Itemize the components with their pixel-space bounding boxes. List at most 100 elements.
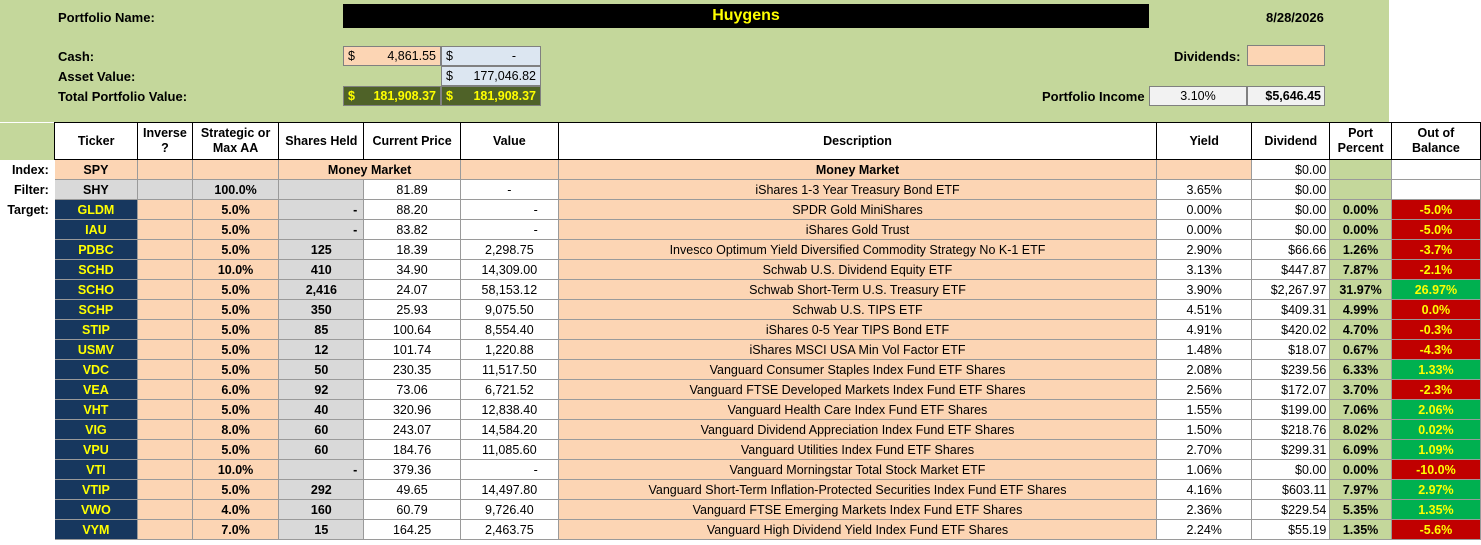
inverse-cell[interactable] xyxy=(137,439,193,460)
value-cell[interactable]: 11,085.60 xyxy=(460,439,559,460)
price-cell[interactable]: 18.39 xyxy=(363,239,461,260)
price-cell[interactable]: 164.25 xyxy=(363,519,461,540)
ticker-cell[interactable]: STIP xyxy=(54,319,139,340)
dividend-cell[interactable]: $18.07 xyxy=(1251,339,1331,360)
shares-cell[interactable]: 2,416 xyxy=(278,279,365,300)
value-cell[interactable]: 8,554.40 xyxy=(460,319,559,340)
value-cell[interactable]: 6,721.52 xyxy=(460,379,559,400)
price-cell[interactable]: 81.89 xyxy=(363,179,461,200)
price-cell[interactable]: 101.74 xyxy=(363,339,461,360)
ticker-cell[interactable]: VTI xyxy=(54,459,139,480)
out-of-balance-cell[interactable]: -4.3% xyxy=(1391,339,1481,360)
dividend-cell[interactable]: $172.07 xyxy=(1251,379,1331,400)
ticker-cell[interactable]: SCHO xyxy=(54,279,139,300)
yield-cell[interactable]: 2.36% xyxy=(1156,499,1253,520)
yield-cell[interactable]: 1.50% xyxy=(1156,419,1253,440)
price-cell[interactable]: 60.79 xyxy=(363,499,461,520)
shares-cell[interactable]: - xyxy=(278,199,365,220)
yield-cell[interactable]: 2.70% xyxy=(1156,439,1253,460)
out-of-balance-cell[interactable]: -5.0% xyxy=(1391,219,1481,240)
port-percent-cell[interactable]: 0.00% xyxy=(1329,459,1392,480)
yield-cell[interactable]: 1.06% xyxy=(1156,459,1253,480)
shares-cell[interactable]: 60 xyxy=(278,439,365,460)
price-cell[interactable]: 230.35 xyxy=(363,359,461,380)
col-description[interactable]: Description xyxy=(557,122,1158,160)
ticker-cell[interactable]: IAU xyxy=(54,219,139,240)
price-cell[interactable]: 379.36 xyxy=(363,459,461,480)
description-cell[interactable]: Vanguard Dividend Appreciation Index Fun… xyxy=(558,419,1158,440)
out-of-balance-cell[interactable]: -2.1% xyxy=(1391,259,1481,280)
price-cell[interactable]: 49.65 xyxy=(363,479,461,500)
price-cell[interactable]: 243.07 xyxy=(363,419,461,440)
aa-cell[interactable]: 5.0% xyxy=(192,439,280,460)
value-cell[interactable]: 58,153.12 xyxy=(460,279,559,300)
shares-cell[interactable]: 410 xyxy=(278,259,365,280)
ticker-cell[interactable]: VWO xyxy=(54,499,139,520)
shares-cell[interactable]: 160 xyxy=(278,499,365,520)
col-yield[interactable]: Yield xyxy=(1156,122,1253,160)
description-cell[interactable]: SPDR Gold MiniShares xyxy=(558,199,1158,220)
dividend-cell[interactable]: $239.56 xyxy=(1251,359,1331,380)
inverse-cell[interactable] xyxy=(137,459,193,480)
col-inverse[interactable]: Inverse ? xyxy=(137,122,193,160)
yield-cell[interactable]: 0.00% xyxy=(1156,219,1253,240)
port-percent-cell[interactable]: 3.70% xyxy=(1329,379,1392,400)
yield-cell[interactable]: 2.24% xyxy=(1156,519,1253,540)
dividend-cell[interactable]: $409.31 xyxy=(1251,299,1331,320)
shares-cell[interactable]: 12 xyxy=(278,339,365,360)
dividend-cell[interactable]: $66.66 xyxy=(1251,239,1331,260)
aa-cell[interactable]: 6.0% xyxy=(192,379,280,400)
col-value[interactable]: Value xyxy=(459,122,559,160)
yield-cell[interactable]: 0.00% xyxy=(1156,199,1253,220)
port-percent-cell[interactable]: 1.26% xyxy=(1329,239,1392,260)
aa-cell[interactable]: 10.0% xyxy=(192,459,280,480)
dividends-cell[interactable] xyxy=(1247,45,1325,66)
price-cell[interactable]: 184.76 xyxy=(363,439,461,460)
ticker-cell[interactable]: VTIP xyxy=(54,479,139,500)
port-percent-cell[interactable] xyxy=(1329,179,1392,200)
yield-cell[interactable]: 2.56% xyxy=(1156,379,1253,400)
ticker-cell[interactable]: VYM xyxy=(54,519,139,540)
yield-cell[interactable] xyxy=(1156,159,1253,180)
description-cell[interactable]: iShares MSCI USA Min Vol Factor ETF xyxy=(558,339,1158,360)
port-percent-cell[interactable]: 5.35% xyxy=(1329,499,1392,520)
price-cell[interactable]: 83.82 xyxy=(363,219,461,240)
value-cell[interactable] xyxy=(460,159,559,180)
value-cell[interactable]: 9,726.40 xyxy=(460,499,559,520)
aa-cell[interactable]: 5.0% xyxy=(192,219,280,240)
ticker-cell[interactable]: GLDM xyxy=(54,199,139,220)
col-out-of-balance[interactable]: Out of Balance xyxy=(1390,122,1481,160)
aa-cell[interactable]: 5.0% xyxy=(192,359,280,380)
col-dividend[interactable]: Dividend xyxy=(1251,122,1331,160)
price-cell[interactable]: 34.90 xyxy=(363,259,461,280)
value-cell[interactable]: 1,220.88 xyxy=(460,339,559,360)
description-cell[interactable]: Schwab U.S. TIPS ETF xyxy=(558,299,1158,320)
description-cell[interactable]: iShares 0-5 Year TIPS Bond ETF xyxy=(558,319,1158,340)
out-of-balance-cell[interactable]: 1.35% xyxy=(1391,499,1481,520)
inverse-cell[interactable] xyxy=(137,519,193,540)
value-cell[interactable]: 14,309.00 xyxy=(460,259,559,280)
aa-cell[interactable]: 10.0% xyxy=(192,259,280,280)
income-percent-cell[interactable]: 3.10% xyxy=(1149,86,1247,106)
port-percent-cell[interactable]: 31.97% xyxy=(1329,279,1392,300)
port-percent-cell[interactable]: 0.67% xyxy=(1329,339,1392,360)
ticker-cell[interactable]: VEA xyxy=(54,379,139,400)
shares-cell[interactable]: 350 xyxy=(278,299,365,320)
aa-cell[interactable]: 5.0% xyxy=(192,199,280,220)
aa-cell[interactable]: 5.0% xyxy=(192,279,280,300)
asset-value-cell[interactable]: $ 177,046.82 xyxy=(441,66,541,86)
inverse-cell[interactable] xyxy=(137,179,193,200)
yield-cell[interactable]: 1.55% xyxy=(1156,399,1253,420)
yield-cell[interactable]: 3.90% xyxy=(1156,279,1253,300)
aa-cell[interactable]: 5.0% xyxy=(192,479,280,500)
inverse-cell[interactable] xyxy=(137,499,193,520)
yield-cell[interactable]: 1.48% xyxy=(1156,339,1253,360)
aa-cell[interactable]: 5.0% xyxy=(192,339,280,360)
yield-cell[interactable]: 4.16% xyxy=(1156,479,1253,500)
yield-cell[interactable]: 3.65% xyxy=(1156,179,1253,200)
dividend-cell[interactable]: $229.54 xyxy=(1251,499,1331,520)
shares-cell[interactable] xyxy=(278,179,365,200)
inverse-cell[interactable] xyxy=(137,319,193,340)
cash-cell-2[interactable]: $ - xyxy=(441,46,541,66)
out-of-balance-cell[interactable]: 1.33% xyxy=(1391,359,1481,380)
